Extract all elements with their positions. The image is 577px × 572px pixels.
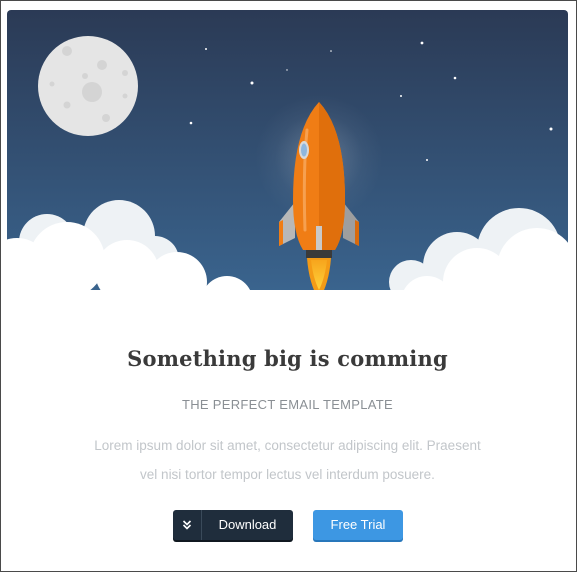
body-line: Lorem ipsum dolor sit amet, consectetur … — [94, 438, 481, 453]
download-button[interactable]: Download — [173, 510, 293, 540]
moon-icon — [38, 36, 138, 136]
subtitle: THE PERFECT EMAIL TEMPLATE — [181, 397, 394, 412]
email-frame: Something big is comming THE PERFECT EMA… — [0, 0, 577, 572]
free-trial-button[interactable]: Free Trial — [313, 510, 403, 540]
download-label: Download — [218, 517, 277, 532]
hero-illustration — [7, 10, 568, 312]
page-title: Something big is comming — [127, 346, 448, 371]
body-line: vel nisi tortor tempor lectus vel interd… — [140, 467, 435, 482]
body-paragraph: Lorem ipsum dolor sit amet, consectetur … — [77, 431, 498, 489]
double-chevron-down-icon — [173, 510, 202, 540]
email-card: Something big is comming THE PERFECT EMA… — [7, 10, 568, 565]
